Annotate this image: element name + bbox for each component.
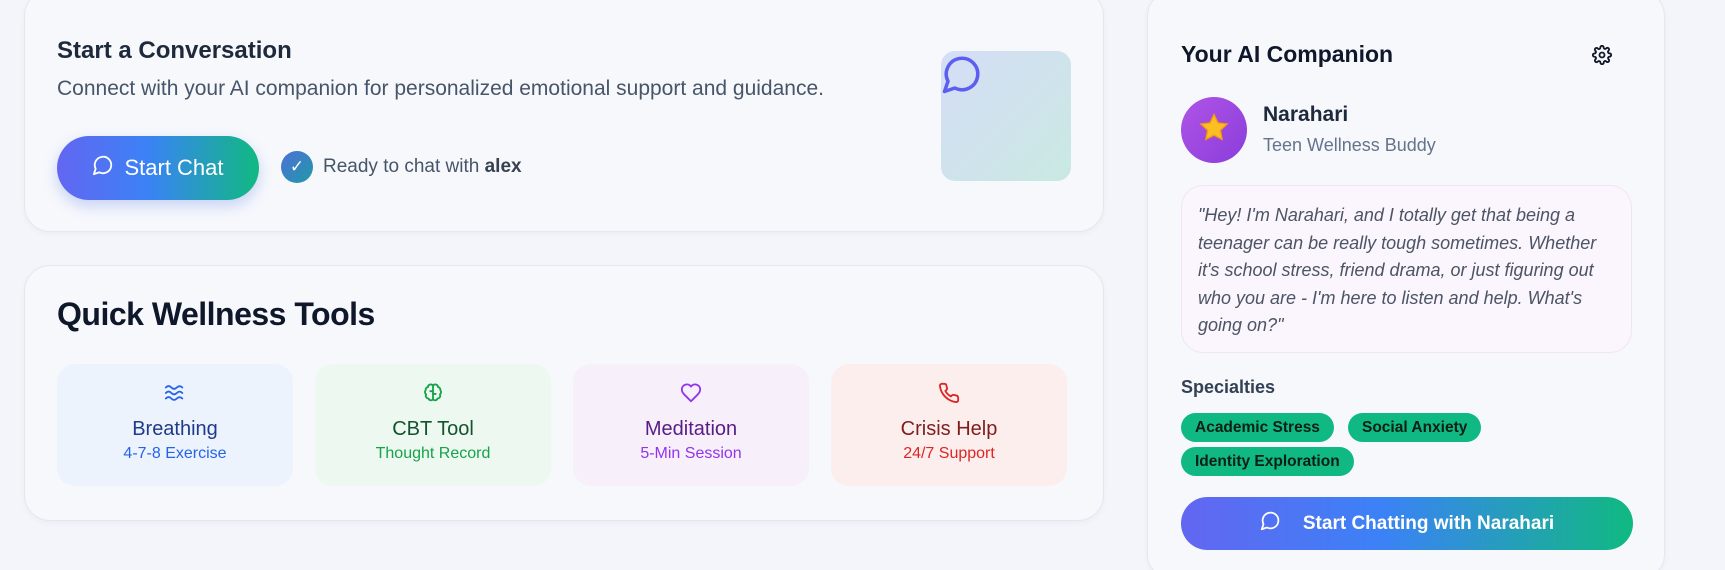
- tool-name: CBT Tool: [392, 418, 474, 440]
- tools-title: Quick Wellness Tools: [57, 296, 375, 332]
- tool-name: Crisis Help: [900, 418, 998, 440]
- ready-username: alex: [484, 156, 522, 177]
- tool-subtitle: 5-Min Session: [640, 445, 742, 462]
- chat-bubble-icon: [92, 154, 114, 182]
- specialties-title: Specialties: [1181, 377, 1276, 397]
- tool-meditation[interactable]: Meditation 5-Min Session: [573, 364, 809, 486]
- star-icon: [1197, 111, 1231, 150]
- companion-role: Teen Wellness Buddy: [1263, 135, 1436, 155]
- tool-subtitle: 24/7 Support: [903, 445, 995, 462]
- tool-name: Meditation: [644, 418, 738, 440]
- ready-text: Ready to chat with alex: [323, 156, 522, 178]
- phone-icon: [831, 382, 1067, 408]
- tool-cbt[interactable]: CBT Tool Thought Record: [315, 364, 551, 486]
- chat-bubble-icon: [1260, 510, 1281, 537]
- start-chat-button[interactable]: Start Chat: [57, 136, 259, 200]
- heart-icon: [573, 382, 809, 408]
- brain-icon: [315, 382, 551, 408]
- tool-subtitle: Thought Record: [375, 445, 491, 462]
- tool-subtitle: 4-7-8 Exercise: [123, 445, 227, 462]
- companion-greeting-quote: "Hey! I'm Narahari, and I totally get th…: [1181, 185, 1632, 353]
- tool-name: Breathing: [132, 418, 218, 440]
- avatar: [1181, 97, 1247, 163]
- start-chat-label: Start Chat: [124, 155, 224, 180]
- companion-name: Narahari: [1263, 103, 1349, 126]
- ready-status: ✓ Ready to chat with alex: [281, 151, 522, 183]
- conversation-illustration: [941, 51, 1071, 181]
- tool-breathing[interactable]: Breathing 4-7-8 Exercise: [57, 364, 293, 486]
- tool-crisis-help[interactable]: Crisis Help 24/7 Support: [831, 364, 1067, 486]
- waves-icon: [57, 382, 293, 408]
- start-conversation-card: Start a Conversation Connect with your A…: [24, 0, 1104, 232]
- check-icon: ✓: [281, 151, 313, 183]
- ai-companion-card: Your AI Companion Narahari Teen Wellness…: [1147, 0, 1665, 570]
- message-circle-icon: [941, 53, 983, 100]
- ready-prefix: Ready to chat with: [323, 156, 480, 177]
- companion-title: Your AI Companion: [1181, 41, 1394, 67]
- start-chatting-label: Start Chatting with Narahari: [1302, 512, 1555, 534]
- start-chatting-button[interactable]: Start Chatting with Narahari: [1181, 497, 1633, 550]
- specialty-tag: Social Anxiety: [1348, 413, 1482, 442]
- specialty-tag: Identity Exploration: [1181, 447, 1354, 476]
- conversation-title: Start a Conversation: [57, 37, 292, 64]
- quick-wellness-tools-card: Quick Wellness Tools Breathing 4-7-8 Exe…: [24, 265, 1104, 521]
- conversation-subtitle: Connect with your AI companion for perso…: [57, 77, 824, 100]
- specialty-tag: Academic Stress: [1181, 413, 1334, 442]
- gear-icon[interactable]: [1591, 44, 1613, 70]
